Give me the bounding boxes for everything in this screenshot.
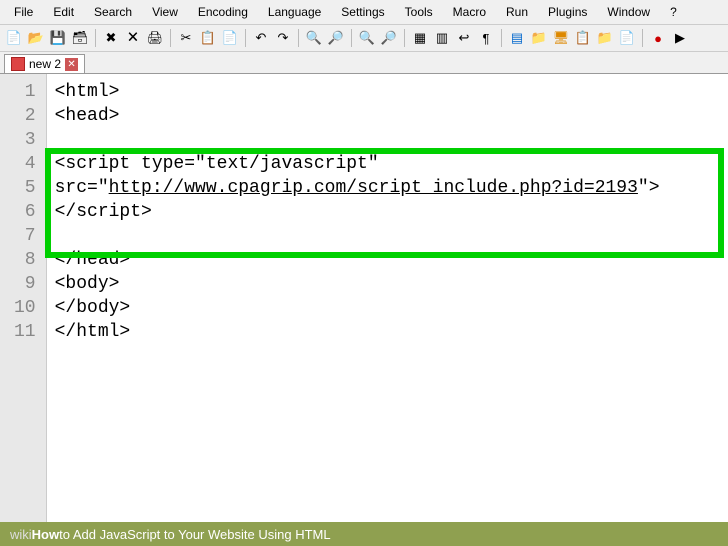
- menu-encoding[interactable]: Encoding: [188, 2, 258, 22]
- sync-h-icon[interactable]: ▥: [432, 28, 452, 48]
- paste-icon[interactable]: 📄: [220, 28, 240, 48]
- code-line: </script>: [55, 200, 728, 224]
- footer-wiki: wiki: [10, 527, 32, 542]
- menu-window[interactable]: Window: [597, 2, 660, 22]
- menu-view[interactable]: View: [142, 2, 188, 22]
- zoom-in-icon[interactable]: 🔍: [357, 28, 377, 48]
- wrap-icon[interactable]: ↩: [454, 28, 474, 48]
- line-number: 10: [14, 296, 36, 320]
- folder2-icon[interactable]: 📁: [595, 28, 615, 48]
- line-number: 2: [14, 104, 36, 128]
- redo-icon[interactable]: ↷: [273, 28, 293, 48]
- code-line: </body>: [55, 296, 728, 320]
- menu-bar: File Edit Search View Encoding Language …: [0, 0, 728, 25]
- line-number: 5: [14, 176, 36, 200]
- record-icon[interactable]: ●: [648, 28, 668, 48]
- code-line: </head>: [55, 248, 728, 272]
- save-all-icon[interactable]: 🗃: [70, 28, 90, 48]
- code-line: </html>: [55, 320, 728, 344]
- tab-bar: new 2 ✕: [0, 52, 728, 74]
- code-line: src="http://www.cpagrip.com/script_inclu…: [55, 176, 728, 200]
- code-line: <body>: [55, 272, 728, 296]
- code-line: <script type="text/javascript": [55, 152, 728, 176]
- sync-v-icon[interactable]: ▦: [410, 28, 430, 48]
- menu-run[interactable]: Run: [496, 2, 538, 22]
- line-gutter: 1 2 3 4 5 6 7 8 9 10 11: [0, 74, 47, 534]
- footer-caption: wikiHow to Add JavaScript to Your Websit…: [0, 522, 728, 546]
- play-icon[interactable]: ▶: [670, 28, 690, 48]
- code-line: [55, 128, 728, 152]
- line-number: 1: [14, 80, 36, 104]
- footer-how: How: [32, 527, 59, 542]
- line-number: 11: [14, 320, 36, 344]
- menu-language[interactable]: Language: [258, 2, 331, 22]
- cut-icon[interactable]: ✂: [176, 28, 196, 48]
- print-icon[interactable]: 🖨: [145, 28, 165, 48]
- tab-label: new 2: [29, 57, 61, 71]
- tab-new-2[interactable]: new 2 ✕: [4, 54, 85, 73]
- close-all-icon[interactable]: 🗙: [123, 28, 143, 48]
- undo-icon[interactable]: ↶: [251, 28, 271, 48]
- file-icon: [11, 57, 25, 71]
- monitor-icon[interactable]: 🖥: [551, 28, 571, 48]
- new-file-icon[interactable]: 📄: [4, 28, 24, 48]
- indent-icon[interactable]: ▤: [507, 28, 527, 48]
- menu-plugins[interactable]: Plugins: [538, 2, 597, 22]
- line-number: 7: [14, 224, 36, 248]
- menu-edit[interactable]: Edit: [43, 2, 84, 22]
- code-line: <html>: [55, 80, 728, 104]
- toolbar: 📄 📂 💾 🗃 ✖ 🗙 🖨 ✂ 📋 📄 ↶ ↷ 🔍 🔎 🔍 🔎 ▦ ▥ ↩ ¶ …: [0, 25, 728, 52]
- code-line: <head>: [55, 104, 728, 128]
- line-number: 8: [14, 248, 36, 272]
- save-icon[interactable]: 💾: [48, 28, 68, 48]
- editor: 1 2 3 4 5 6 7 8 9 10 11 <html> <head> <s…: [0, 74, 728, 534]
- line-number: 3: [14, 128, 36, 152]
- menu-help[interactable]: ?: [660, 2, 687, 22]
- menu-search[interactable]: Search: [84, 2, 142, 22]
- line-number: 4: [14, 152, 36, 176]
- menu-file[interactable]: File: [4, 2, 43, 22]
- chars-icon[interactable]: ¶: [476, 28, 496, 48]
- tab-close-icon[interactable]: ✕: [65, 58, 78, 71]
- menu-macro[interactable]: Macro: [443, 2, 496, 22]
- zoom-out-icon[interactable]: 🔎: [379, 28, 399, 48]
- menu-tools[interactable]: Tools: [395, 2, 443, 22]
- line-number: 9: [14, 272, 36, 296]
- code-url: http://www.cpagrip.com/script_include.ph…: [109, 178, 638, 198]
- folder-icon[interactable]: 📁: [529, 28, 549, 48]
- doc-list-icon[interactable]: 📄: [617, 28, 637, 48]
- code-line: [55, 224, 728, 248]
- replace-icon[interactable]: 🔎: [326, 28, 346, 48]
- menu-settings[interactable]: Settings: [331, 2, 394, 22]
- line-number: 6: [14, 200, 36, 224]
- find-icon[interactable]: 🔍: [304, 28, 324, 48]
- footer-title: to Add JavaScript to Your Website Using …: [59, 527, 330, 542]
- open-file-icon[interactable]: 📂: [26, 28, 46, 48]
- code-area[interactable]: <html> <head> <script type="text/javascr…: [47, 74, 728, 534]
- close-icon[interactable]: ✖: [101, 28, 121, 48]
- doc-map-icon[interactable]: 📋: [573, 28, 593, 48]
- copy-icon[interactable]: 📋: [198, 28, 218, 48]
